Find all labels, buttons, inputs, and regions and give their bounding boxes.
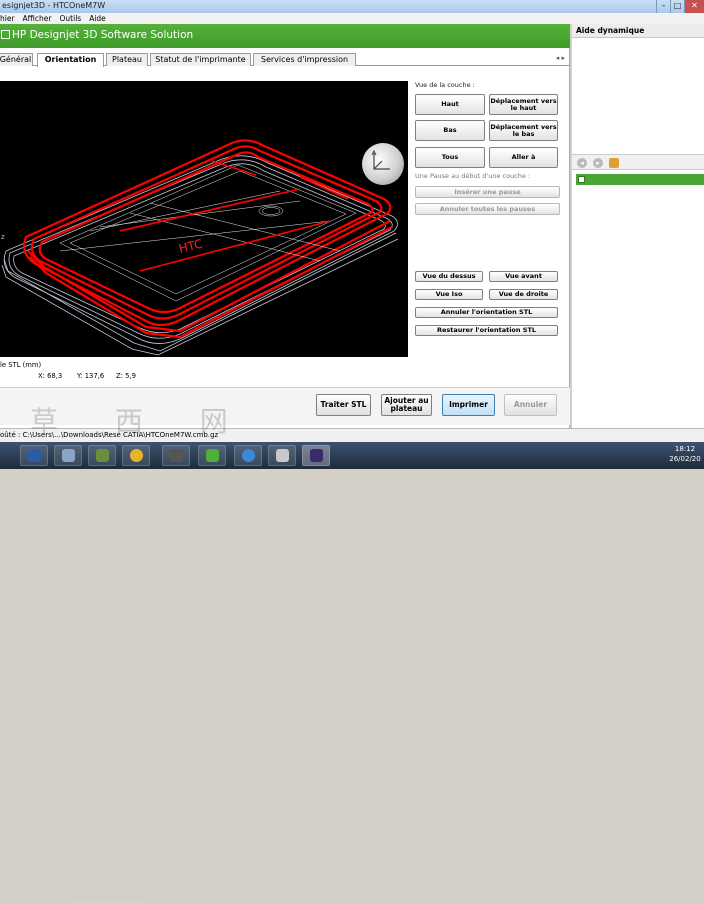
tab-statut-imprimante[interactable]: Statut de l'imprimante xyxy=(150,53,251,66)
dimension-y: Y: 137,6 xyxy=(77,372,105,380)
view-iso-button[interactable]: Vue Iso xyxy=(415,289,483,300)
window-titlebar: esignjet3D - HTCOneM7W – □ ✕ xyxy=(0,0,704,13)
stl-dimensions: le STL (mm) X: 68,3 Y: 137,6 Z: 5,9 xyxy=(0,360,408,384)
taskbar-app3-icon[interactable] xyxy=(88,445,116,466)
taskbar-ie-icon[interactable] xyxy=(234,445,262,466)
home-icon[interactable] xyxy=(609,158,619,168)
orbit-navigator-icon[interactable] xyxy=(362,143,404,185)
layer-view-label: Vue de la couche : xyxy=(415,81,475,89)
add-to-tray-button[interactable]: Ajouter au plateau xyxy=(381,394,432,416)
view-right-button[interactable]: Vue de droite xyxy=(489,289,558,300)
phone-model-render: HTC z xyxy=(1,139,399,356)
goto-button[interactable]: Aller à xyxy=(489,147,558,168)
taskbar-app5-icon[interactable] xyxy=(162,445,190,466)
watermark-url: www.cad... xyxy=(70,888,141,903)
tab-general[interactable]: Général xyxy=(0,53,33,66)
clock-time: 18:12 xyxy=(674,445,696,453)
cancel-stl-orientation-button[interactable]: Annuler l'orientation STL xyxy=(415,307,558,318)
layer-control-panel: Vue de la couche : Haut Déplacement vers… xyxy=(414,81,564,357)
window-title: esignjet3D - HTCOneM7W xyxy=(2,1,106,10)
dimension-z: Z: 5,9 xyxy=(116,372,136,380)
window-controls: – □ ✕ xyxy=(656,0,704,13)
hp-logo-icon xyxy=(1,30,10,39)
tab-scroll-arrows-icon[interactable]: ◂ ▸ xyxy=(556,54,565,62)
dimensions-unit-label: le STL (mm) xyxy=(0,361,42,369)
main-app-area: HP Designjet 3D Software Solution Généra… xyxy=(0,24,570,428)
menu-outils[interactable]: Outils xyxy=(60,13,82,24)
help-topic-bar[interactable] xyxy=(576,174,704,185)
cancel-all-pauses-button[interactable]: Annuler toutes les pauses xyxy=(415,203,560,215)
restore-stl-orientation-button[interactable]: Restaurer l'orientation STL xyxy=(415,325,558,336)
bas-button[interactable]: Bas xyxy=(415,120,485,141)
dimension-x: X: 68,3 xyxy=(38,372,63,380)
insert-pause-button[interactable]: Insérer une pause xyxy=(415,186,560,198)
view-front-button[interactable]: Vue avant xyxy=(489,271,558,282)
minimize-button[interactable]: – xyxy=(656,0,670,13)
taskbar-app8-icon[interactable] xyxy=(268,445,296,466)
view-top-button[interactable]: Vue du dessus xyxy=(415,271,483,282)
help-toolbar: ◂ ▸ xyxy=(572,154,704,170)
maximize-button[interactable]: □ xyxy=(670,0,684,13)
tous-button[interactable]: Tous xyxy=(415,147,485,168)
forward-icon[interactable]: ▸ xyxy=(593,158,603,168)
taskbar-app6-icon[interactable] xyxy=(198,445,226,466)
help-panel-title: Aide dynamique xyxy=(572,24,704,38)
tab-plateau[interactable]: Plateau xyxy=(106,53,148,66)
tab-orientation[interactable]: Orientation xyxy=(37,53,104,67)
windows-taskbar: www.cad... 18:12 26/02/20 xyxy=(0,442,704,903)
print-button[interactable]: Imprimer xyxy=(442,394,495,416)
menu-bar: hier Afficher Outils Aide xyxy=(0,13,704,24)
app-header: HP Designjet 3D Software Solution xyxy=(0,24,570,48)
move-up-button[interactable]: Déplacement vers le haut xyxy=(489,94,558,115)
tab-strip: Général Orientation Plateau Statut de l'… xyxy=(0,52,570,67)
app-title: HP Designjet 3D Software Solution xyxy=(12,29,194,41)
move-down-button[interactable]: Déplacement vers le bas xyxy=(489,120,558,141)
taskbar-catia-icon[interactable] xyxy=(54,445,82,466)
close-button[interactable]: ✕ xyxy=(684,0,704,13)
axis-marker-label: z xyxy=(1,233,5,241)
watermark: 草 西 网 xyxy=(30,405,252,438)
process-stl-button[interactable]: Traiter STL xyxy=(316,394,371,416)
expand-icon[interactable] xyxy=(578,176,585,183)
taskbar-chrome-icon[interactable] xyxy=(122,445,150,466)
3d-viewport[interactable]: HTC z xyxy=(0,81,408,357)
taskbar-designjet-icon[interactable] xyxy=(302,445,330,466)
tab-services-impression[interactable]: Services d'impression xyxy=(253,53,356,66)
cancel-button[interactable]: Annuler xyxy=(504,394,557,416)
dynamic-help-panel: Aide dynamique ◂ ▸ xyxy=(572,24,704,428)
back-icon[interactable]: ◂ xyxy=(577,158,587,168)
clock-date: 26/02/20 xyxy=(669,455,701,463)
taskbar-word-icon[interactable] xyxy=(20,445,48,466)
haut-button[interactable]: Haut xyxy=(415,94,485,115)
model-logo-text: HTC xyxy=(177,237,204,256)
pause-label: Une Pause au début d'une couche : xyxy=(415,172,531,180)
menu-afficher[interactable]: Afficher xyxy=(23,13,52,24)
menu-aide[interactable]: Aide xyxy=(89,13,106,24)
menu-fichier[interactable]: hier xyxy=(0,13,15,24)
taskbar-clock: 18:12 26/02/20 xyxy=(666,444,704,464)
